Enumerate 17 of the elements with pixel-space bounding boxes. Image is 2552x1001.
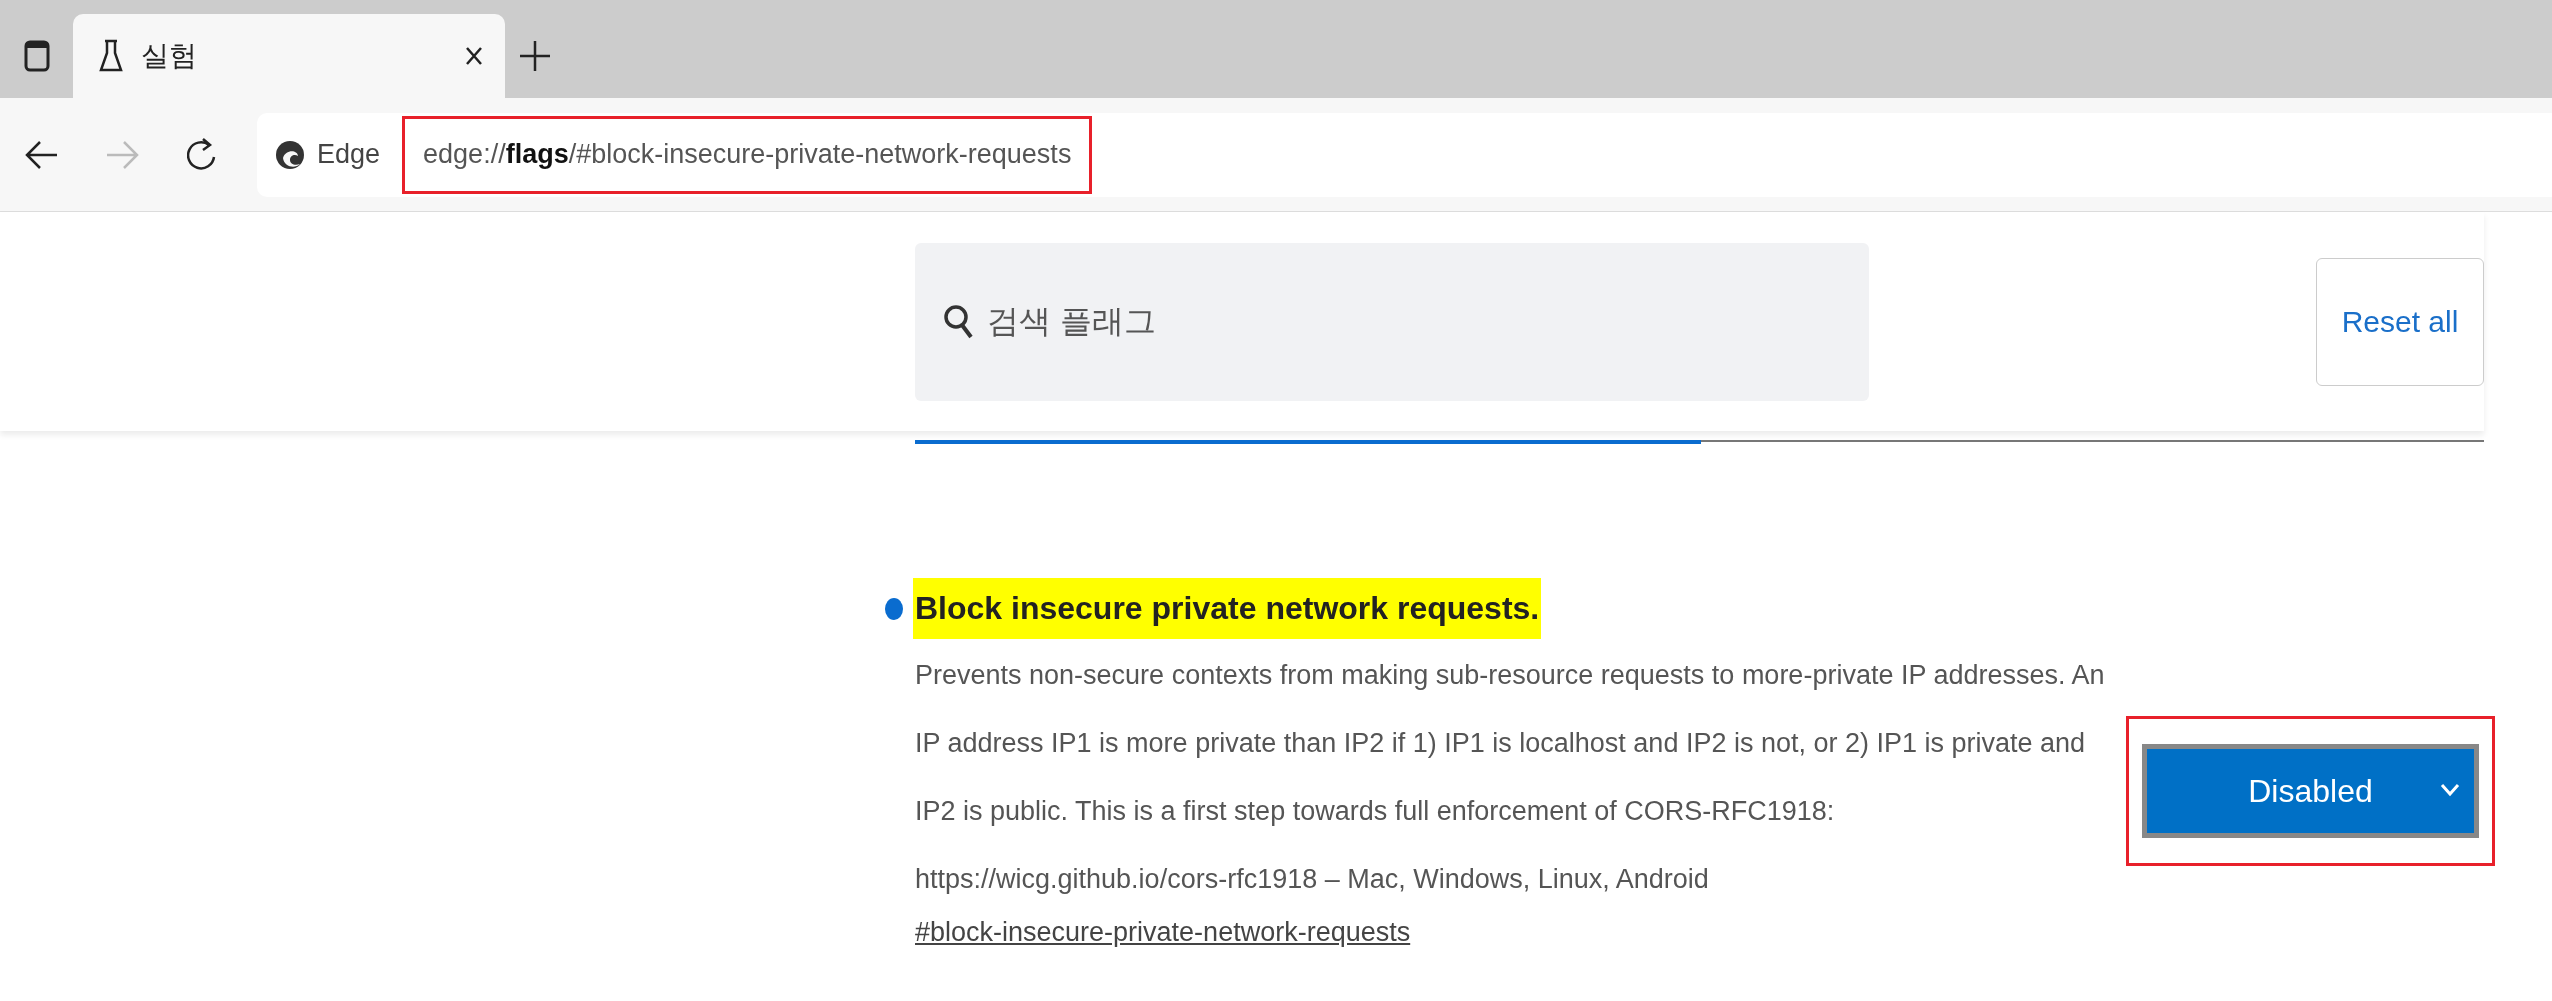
url-text[interactable]: edge://flags/#block-insecure-private-network-requests [423, 139, 1072, 170]
browser-logo-icon [275, 139, 305, 170]
browser-tab[interactable]: 실험 [73, 14, 505, 98]
flag-anchor-link[interactable]: #block-insecure-private-network-requests [915, 917, 1411, 948]
flask-icon [99, 39, 123, 73]
reset-all-button[interactable]: Reset all [2316, 257, 2484, 386]
flag-description: Prevents non-secure contexts from making sub-resource requests to more-private IP addresses. An IP address IP1 is more private than IP2 if 1) IP1 is localhost and IP2 is not, or 2) IP1 is private and IP2 is public. This is a first step towards full enforcement of CORS-RFC1918: https://wicg.github.io/cors-rfc1918 – Mac, Windows, Linux, Android [915, 659, 2105, 896]
state-dropdown[interactable]: Disabled [2142, 744, 2479, 838]
new-tab-icon[interactable] [520, 41, 550, 71]
site-label: Edge [317, 139, 381, 170]
flag-title: Block insecure private network requests. [913, 578, 1542, 639]
back-icon[interactable] [25, 139, 59, 170]
close-icon[interactable] [465, 46, 483, 66]
tab-actions-icon[interactable] [23, 40, 50, 72]
search-field[interactable]: 검색 플래그 [915, 242, 1869, 401]
chevron-down-icon [2440, 783, 2460, 797]
refresh-icon[interactable] [187, 136, 217, 173]
